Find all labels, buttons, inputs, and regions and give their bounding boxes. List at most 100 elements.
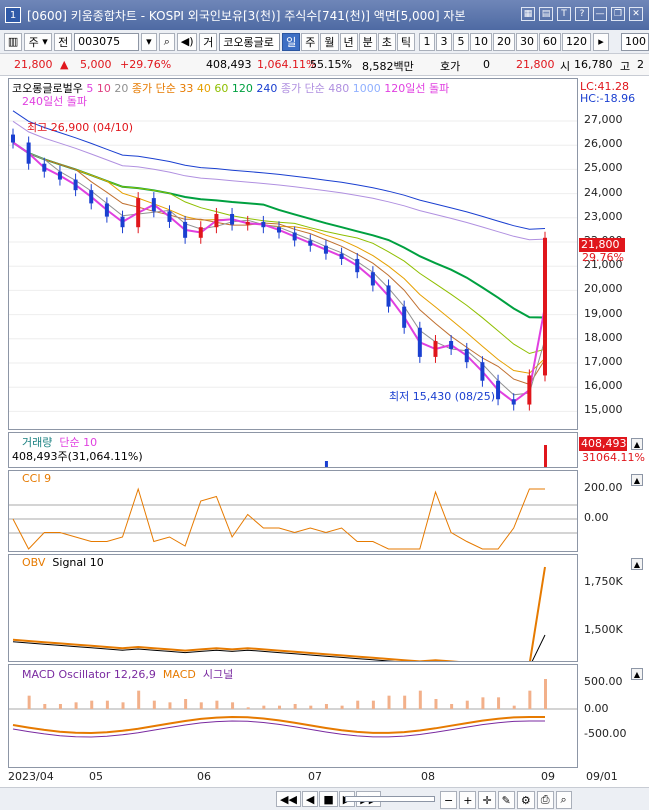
volume-bar bbox=[419, 467, 422, 468]
volume-bar bbox=[28, 467, 31, 468]
zoom-in-icon[interactable]: + bbox=[459, 791, 477, 809]
stock-code-input[interactable]: 003075 bbox=[74, 32, 139, 51]
interval-button-60[interactable]: 60 bbox=[539, 32, 561, 51]
panel-maximize-icon[interactable]: ▲ bbox=[631, 438, 643, 450]
volume-bar bbox=[309, 467, 312, 468]
candle bbox=[42, 163, 47, 172]
legend-ma-5: 5 bbox=[86, 82, 97, 95]
price-chart-panel[interactable]: 최고 26,900 (04/10) 최저 15,430 (08/25) bbox=[8, 78, 578, 430]
help-icon[interactable]: ? bbox=[575, 7, 589, 21]
macd-oscillator-bar bbox=[340, 705, 344, 709]
x-axis-label: 09 bbox=[541, 770, 555, 783]
crosshair-icon[interactable]: ✛ bbox=[478, 791, 496, 809]
volume-bar bbox=[184, 467, 187, 468]
price-y-tick: 17,000 bbox=[584, 355, 623, 368]
candle bbox=[120, 216, 125, 228]
volume-bar bbox=[278, 467, 281, 468]
candle bbox=[308, 240, 313, 246]
tab-period-4[interactable]: 분 bbox=[358, 32, 377, 51]
restore-icon[interactable]: ❐ bbox=[611, 7, 625, 21]
macd-oscillator-bar bbox=[231, 702, 235, 709]
cci-y-tick: 0.00 bbox=[584, 511, 609, 524]
macd-oscillator-bar bbox=[43, 704, 47, 709]
tab-period-2[interactable]: 월 bbox=[320, 32, 339, 51]
text-icon[interactable]: T bbox=[557, 7, 571, 21]
scroll-button-2[interactable]: ■ bbox=[319, 791, 338, 807]
candle bbox=[355, 258, 360, 273]
open-value: 16,780 bbox=[574, 58, 613, 71]
period-tabs: 일주월년분초틱 bbox=[282, 32, 415, 51]
tab-period-1[interactable]: 주 bbox=[301, 32, 320, 51]
volume-bar bbox=[75, 467, 78, 468]
bid-label: 호가 bbox=[440, 60, 461, 73]
sound-icon[interactable]: ◀) bbox=[176, 32, 198, 51]
volume-bar bbox=[215, 467, 218, 468]
candle bbox=[417, 327, 422, 357]
volume-ratio: 1,064.11% bbox=[257, 58, 317, 71]
tab-period-6[interactable]: 틱 bbox=[396, 32, 415, 51]
macd-oscillator-bar bbox=[371, 700, 375, 709]
interval-button-5[interactable]: 5 bbox=[453, 32, 469, 51]
macd-oscillator-bar bbox=[497, 697, 501, 709]
legend-close-ma: 종가 단순 33 bbox=[131, 82, 194, 95]
window-title: [0600] 키움종합차트 - KOSPI 외국인보유[3(천)] 주식수[74… bbox=[27, 8, 466, 23]
macd-oscillator-bar bbox=[544, 679, 547, 709]
interval-button-120[interactable]: 120 bbox=[562, 32, 591, 51]
volume-bar bbox=[59, 467, 62, 468]
camera-icon[interactable]: ▤ bbox=[539, 7, 553, 21]
candle bbox=[11, 134, 15, 143]
market-select[interactable]: 주 ▾ bbox=[24, 32, 53, 51]
candle bbox=[230, 213, 235, 225]
cci-panel[interactable] bbox=[8, 470, 578, 552]
interval-button-20[interactable]: 20 bbox=[493, 32, 515, 51]
scroll-button-0[interactable]: ◀◀ bbox=[276, 791, 301, 807]
volume-bar bbox=[231, 467, 234, 468]
layout-icon[interactable]: ▥ bbox=[4, 32, 23, 51]
current-pct-label: 29.76% bbox=[582, 251, 624, 264]
interval-button-30[interactable]: 30 bbox=[516, 32, 538, 51]
high-marker: 최고 26,900 (04/10) bbox=[27, 121, 133, 134]
volume-bar bbox=[122, 467, 125, 468]
more-icon[interactable]: ▸ bbox=[593, 32, 609, 51]
code-dropdown-icon[interactable]: ▾ bbox=[140, 32, 157, 51]
tab-period-5[interactable]: 초 bbox=[377, 32, 396, 51]
search-all-button[interactable]: 전 bbox=[54, 32, 73, 51]
close-icon[interactable]: ✕ bbox=[629, 7, 643, 21]
draw-icon[interactable]: ✎ bbox=[497, 791, 515, 809]
interval-button-10[interactable]: 10 bbox=[470, 32, 492, 51]
obv-signal-line bbox=[12, 634, 546, 661]
panel-maximize-icon[interactable]: ▲ bbox=[631, 668, 643, 680]
candle bbox=[167, 211, 172, 222]
macd-oscillator-bar bbox=[387, 695, 391, 709]
volume-value-label: 408,493주(31,064.11%) bbox=[12, 450, 143, 463]
cci-legend: CCI 9 bbox=[22, 472, 52, 485]
candle bbox=[402, 306, 407, 328]
price-y-axis: 27,00026,00025,00024,00023,00022,00021,0… bbox=[578, 106, 649, 426]
scroll-button-1[interactable]: ◀ bbox=[301, 791, 319, 807]
obv-panel[interactable] bbox=[8, 554, 578, 662]
zoom-slider[interactable] bbox=[345, 796, 435, 802]
zoom-out-icon[interactable]: − bbox=[440, 791, 458, 809]
print-icon[interactable]: ⎙ bbox=[536, 791, 554, 809]
price-change: 5,000 bbox=[80, 58, 112, 71]
type-button[interactable]: 거 bbox=[199, 32, 218, 51]
candle bbox=[277, 227, 281, 233]
candle bbox=[136, 198, 141, 228]
grid-icon[interactable]: ▦ bbox=[521, 7, 535, 21]
volume-bar bbox=[372, 467, 375, 468]
tab-period-3[interactable]: 년 bbox=[339, 32, 358, 51]
interval-button-3[interactable]: 3 bbox=[436, 32, 452, 51]
settings-icon[interactable]: ⚙ bbox=[516, 791, 535, 809]
panel-maximize-icon[interactable]: ▲ bbox=[631, 558, 643, 570]
bar-count-input[interactable]: 100 bbox=[621, 32, 649, 51]
zoom-icon[interactable]: ⌕ bbox=[555, 791, 572, 809]
search-icon[interactable]: ⌕ bbox=[158, 32, 175, 51]
price-y-tick: 16,000 bbox=[584, 379, 623, 393]
volume-bar bbox=[434, 467, 437, 468]
minimize-icon[interactable]: — bbox=[593, 7, 607, 21]
panel-maximize-icon[interactable]: ▲ bbox=[631, 474, 643, 486]
candle bbox=[449, 341, 454, 349]
interval-button-1[interactable]: 1 bbox=[419, 32, 435, 51]
candle bbox=[543, 237, 547, 376]
tab-period-0[interactable]: 일 bbox=[282, 32, 301, 51]
